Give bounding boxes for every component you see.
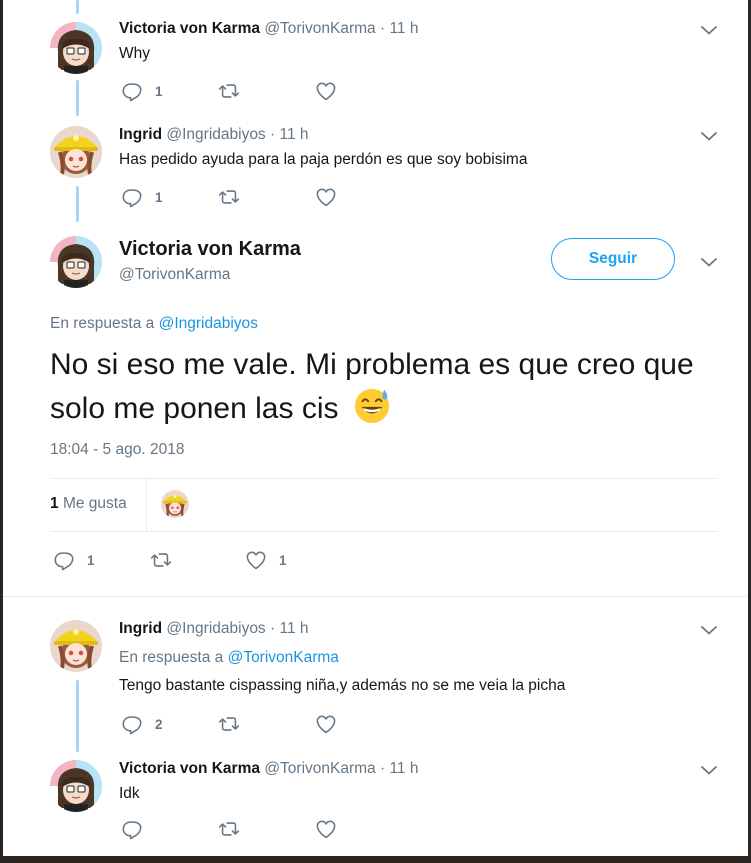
like-count: 1 xyxy=(279,552,287,568)
like-button[interactable] xyxy=(315,80,337,102)
likes-count: 1 xyxy=(50,495,59,512)
avatar[interactable] xyxy=(50,236,102,288)
divider xyxy=(146,478,147,531)
tweet[interactable]: Ingrid @Ingridabiyos · 11 h Has pedido a… xyxy=(3,110,748,220)
retweet-icon xyxy=(149,549,173,571)
reply-to-link[interactable]: @TorivonKarma xyxy=(228,649,339,666)
tweet[interactable]: Victoria von Karma @TorivonKarma · 11 h … xyxy=(3,0,748,110)
author-name[interactable]: Ingrid xyxy=(119,126,162,143)
reply-icon xyxy=(53,549,75,571)
reply-icon xyxy=(121,80,143,102)
tweet[interactable]: Ingrid @Ingridabiyos · 11 h En respuesta… xyxy=(3,610,748,744)
reply-button[interactable]: 1 xyxy=(121,80,163,102)
retweet-button[interactable] xyxy=(217,818,241,840)
retweet-icon xyxy=(217,713,241,735)
reply-icon xyxy=(121,186,143,208)
divider xyxy=(50,478,718,479)
chevron-down-icon[interactable] xyxy=(700,24,718,36)
author-handle[interactable]: @TorivonKarma xyxy=(119,266,230,284)
reply-context: En respuesta a @TorivonKarma xyxy=(119,649,339,667)
reply-count: 1 xyxy=(155,83,163,99)
tweet-time[interactable]: · 11 h xyxy=(380,20,419,37)
author-name[interactable]: Victoria von Karma xyxy=(119,20,260,37)
avatar[interactable] xyxy=(50,760,102,812)
divider xyxy=(3,596,748,597)
heart-icon xyxy=(315,713,337,735)
avatar[interactable] xyxy=(50,22,102,74)
tweet[interactable]: Victoria von Karma @TorivonKarma · 11 h … xyxy=(3,750,748,856)
like-button[interactable]: 1 xyxy=(245,549,287,571)
tweet-time[interactable]: · 11 h xyxy=(380,760,419,777)
divider xyxy=(50,531,718,532)
sweat-smile-emoji-icon xyxy=(354,388,389,424)
heart-icon xyxy=(245,549,267,571)
heart-icon xyxy=(315,80,337,102)
heart-icon xyxy=(315,186,337,208)
retweet-button[interactable] xyxy=(149,549,173,571)
tweet-timestamp[interactable]: 18:04 - 5 ago. 2018 xyxy=(50,441,184,459)
heart-icon xyxy=(315,818,337,840)
reply-button[interactable]: 1 xyxy=(53,549,95,571)
likes-label: Me gusta xyxy=(62,495,127,512)
reply-button[interactable] xyxy=(121,818,143,840)
reply-prefix: En respuesta a xyxy=(119,649,224,666)
tweet-text: Why xyxy=(119,45,150,62)
author-name[interactable]: Victoria von Karma xyxy=(119,760,260,777)
retweet-icon xyxy=(217,186,241,208)
chevron-down-icon[interactable] xyxy=(700,764,718,776)
follow-button[interactable]: Seguir xyxy=(551,238,675,280)
avatar[interactable] xyxy=(50,126,102,178)
tweet-text: No si eso me vale. Mi problema es que cr… xyxy=(50,343,730,430)
author-handle[interactable]: @TorivonKarma xyxy=(264,20,375,37)
author-handle[interactable]: @Ingridabiyos xyxy=(166,126,265,143)
reply-button[interactable]: 1 xyxy=(121,186,163,208)
tweet-text: Tengo bastante cispassing niña,y además … xyxy=(119,677,566,694)
conversation-panel: Victoria von Karma @TorivonKarma · 11 h … xyxy=(3,0,748,856)
reply-count: 2 xyxy=(155,716,163,732)
reply-prefix: En respuesta a xyxy=(50,315,155,332)
avatar[interactable] xyxy=(50,620,102,672)
like-button[interactable] xyxy=(315,713,337,735)
author-name[interactable]: Victoria von Karma xyxy=(119,238,301,261)
reply-context: En respuesta a @Ingridabiyos xyxy=(50,315,258,333)
author-handle[interactable]: @TorivonKarma xyxy=(264,760,375,777)
retweet-button[interactable] xyxy=(217,80,241,102)
like-button[interactable] xyxy=(315,186,337,208)
retweet-icon xyxy=(217,818,241,840)
reply-count: 1 xyxy=(155,189,163,205)
tweet-time[interactable]: · 11 h xyxy=(270,620,309,637)
chevron-down-icon[interactable] xyxy=(700,256,718,268)
author-handle[interactable]: @Ingridabiyos xyxy=(166,620,265,637)
reply-to-link[interactable]: @Ingridabiyos xyxy=(159,315,258,332)
tweet-text: Idk xyxy=(119,785,140,802)
retweet-button[interactable] xyxy=(217,713,241,735)
reply-icon xyxy=(121,818,143,840)
liker-avatar[interactable] xyxy=(161,490,189,518)
reply-icon xyxy=(121,713,143,735)
likes-summary[interactable]: 1 Me gusta xyxy=(50,495,127,513)
author-name[interactable]: Ingrid xyxy=(119,620,162,637)
tweet-time[interactable]: · 11 h xyxy=(270,126,309,143)
retweet-button[interactable] xyxy=(217,186,241,208)
reply-count: 1 xyxy=(87,552,95,568)
reply-button[interactable]: 2 xyxy=(121,713,163,735)
chevron-down-icon[interactable] xyxy=(700,624,718,636)
tweet-text: Has pedido ayuda para la paja perdón es … xyxy=(119,151,528,168)
like-button[interactable] xyxy=(315,818,337,840)
retweet-icon xyxy=(217,80,241,102)
chevron-down-icon[interactable] xyxy=(700,130,718,142)
